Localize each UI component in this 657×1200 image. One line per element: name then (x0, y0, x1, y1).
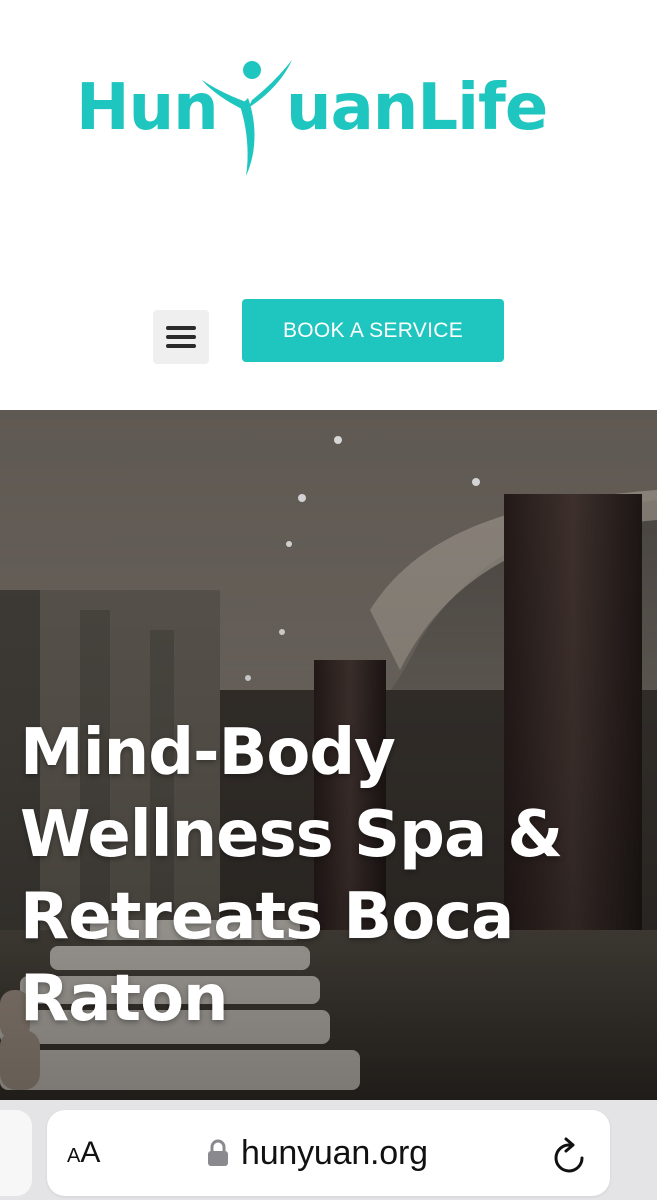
site-header: Hun uanLife BOOK A SERVICE (0, 0, 657, 410)
hero-section: Mind-Body Wellness Spa & Retreats Boca R… (0, 410, 657, 1100)
address-bar[interactable]: A A hunyuan.org (47, 1110, 610, 1196)
lock-icon (208, 1139, 228, 1166)
text-size-small-label: A (67, 1145, 81, 1167)
header-nav-row: BOOK A SERVICE (0, 298, 657, 364)
hamburger-menu-icon (166, 326, 196, 348)
menu-toggle-button[interactable] (153, 310, 209, 364)
text-size-button[interactable]: A A (67, 1136, 100, 1172)
text-size-big-label: A (80, 1136, 101, 1169)
reload-icon[interactable] (552, 1134, 588, 1174)
logo-text-right: uanLife (286, 71, 548, 145)
url-text: hunyuan.org (241, 1133, 428, 1172)
person-y-figure-icon (202, 60, 292, 176)
url-display[interactable]: hunyuan.org (207, 1132, 428, 1174)
book-a-service-button[interactable]: BOOK A SERVICE (242, 299, 504, 362)
logo-text-left: Hun (76, 71, 219, 145)
hunyuanlife-logo[interactable]: Hun uanLife (76, 58, 581, 178)
hero-title: Mind-Body Wellness Spa & Retreats Boca R… (20, 716, 563, 1036)
previous-tab-edge[interactable] (0, 1110, 32, 1196)
browser-bottom-bar: A A hunyuan.org (0, 1100, 657, 1200)
